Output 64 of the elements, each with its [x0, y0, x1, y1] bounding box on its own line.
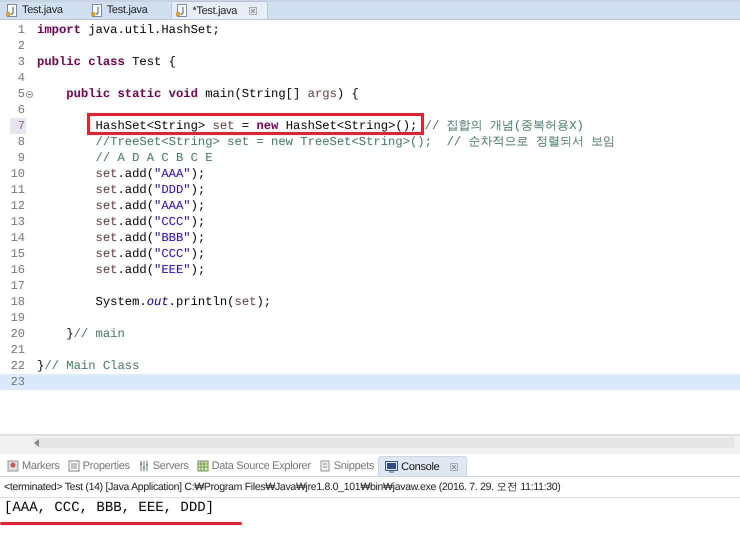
line-number: 14: [10, 230, 26, 246]
code-line: System.out.println(set);: [94, 294, 272, 310]
console-icon: [385, 460, 398, 472]
code-line: set.add("AAA");: [94, 166, 206, 182]
line-number: 2: [16, 38, 26, 54]
line-number: 23: [10, 374, 26, 390]
collapse-icon[interactable]: [26, 90, 33, 98]
sliders-icon: [138, 460, 150, 472]
line-number: 8: [16, 134, 26, 150]
editor-tab[interactable]: Test.java: [86, 1, 158, 19]
panel-tab[interactable]: Data Source Explorer: [192, 456, 315, 476]
code-line: }// Main Class: [37, 358, 140, 374]
line-number: 13: [10, 214, 26, 230]
close-icon[interactable]: [249, 6, 258, 14]
editor-tab[interactable]: *Test.java: [171, 1, 268, 19]
markers-icon: [7, 460, 19, 472]
code-line: set.add("CCC");: [94, 214, 206, 230]
code-line: }// main: [65, 326, 125, 342]
panel-tab[interactable]: Snippets: [314, 456, 378, 476]
panel-tab[interactable]: Markers: [3, 456, 64, 476]
snippets-icon: [318, 460, 331, 472]
code-line: import java.util.HashSet;: [37, 22, 220, 38]
code-line: //TreeSet<String> set = new TreeSet<String>(); // 순차적으로 정렬되서 보임: [94, 134, 616, 150]
code-line: set.add("CCC");: [94, 246, 206, 262]
code-line: // A D A C B C E: [94, 150, 213, 166]
java-file-icon: [90, 4, 103, 16]
editor-tab[interactable]: Test.java: [2, 1, 73, 19]
line-number: 10: [10, 166, 26, 182]
line-number: 22: [10, 358, 26, 374]
java-file-icon: [176, 4, 188, 17]
line-number: 7: [10, 118, 26, 134]
panel-tab[interactable]: Servers: [134, 456, 193, 476]
line-number: 5: [16, 86, 26, 102]
close-icon[interactable]: [450, 462, 458, 470]
line-number: 18: [10, 294, 26, 310]
code-line: set.add("EEE");: [94, 262, 206, 278]
code-line: set.add("DDD");: [94, 182, 206, 198]
line-number: 15: [10, 246, 26, 262]
line-number: 4: [16, 70, 26, 86]
line-number: 12: [10, 198, 26, 214]
code-line: HashSet<String> set = new HashSet<String>(); // 집합의 개념(중복허용X): [37, 118, 584, 134]
line-number: 11: [10, 182, 26, 198]
line-number: 3: [16, 54, 26, 70]
code-line: set.add("BBB");: [94, 230, 206, 246]
code-line: public static void main(String[] args) {: [65, 86, 359, 102]
code-line: public class Test {: [37, 54, 176, 70]
horizontal-scrollbar[interactable]: [34, 438, 734, 448]
database-icon: [196, 460, 209, 472]
panel-tab[interactable]: Console: [378, 456, 468, 476]
java-file-icon: [6, 4, 18, 16]
line-number: 16: [10, 262, 26, 278]
console-header: <terminated> Test (14) [Java Application] C:₩Program Files₩Java₩jre1.8.0_101₩bin₩javaw.exe (2016. 7. 29. 오전 11:11:30): [0, 476, 740, 498]
line-number: 1: [16, 22, 26, 38]
panel-tab[interactable]: Properties: [64, 456, 134, 476]
line-number: 20: [10, 326, 26, 342]
console-output: [AAA, CCC, BBB, EEE, DDD]: [0, 498, 214, 516]
line-number: 9: [16, 150, 26, 166]
code-line: set.add("AAA");: [94, 198, 206, 214]
line-number: 6: [16, 102, 26, 118]
line-number: 17: [10, 278, 26, 294]
scroll-left-icon[interactable]: [34, 439, 40, 447]
properties-icon: [68, 460, 80, 472]
line-number: 21: [10, 342, 26, 358]
line-number: 19: [10, 310, 26, 326]
